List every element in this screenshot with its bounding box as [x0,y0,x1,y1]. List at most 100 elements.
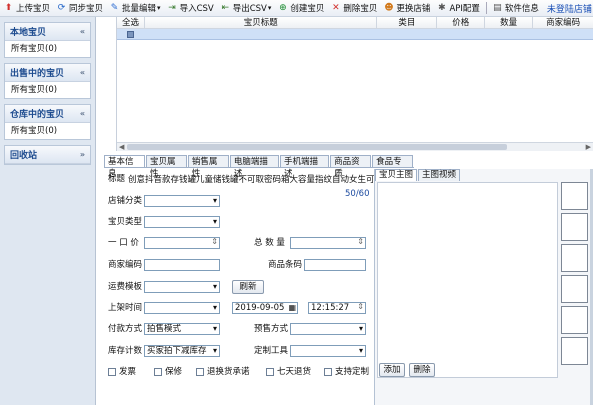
sidebar-group-header[interactable]: 本地宝贝 « [5,23,90,41]
tab-basic-info[interactable]: 基本信息 [104,155,145,179]
custom-tool-select[interactable] [290,345,366,357]
column-header-category[interactable]: 类目 [377,17,438,28]
image-thumbnail-slot[interactable] [561,275,588,303]
listing-date-picker[interactable]: 2019-09-05 ▦ [232,302,298,314]
title-char-count: 50/60 [345,189,370,199]
main-image-area[interactable] [377,182,558,378]
tab-item-attributes[interactable]: 宝贝属性 [145,155,187,179]
software-info-label: 软件信息 [504,4,539,14]
grid-header: 全选 宝贝标题 类目 价格 数量 商家编码 [117,17,593,29]
image-thumbnail-slot[interactable] [561,306,588,334]
wrench-icon: ✱ [438,2,446,13]
tab-mobile-description[interactable]: 手机端描述 [279,155,330,179]
listing-date-value: 2019-09-05 [235,303,285,313]
switch-shop-button[interactable]: ☻ 更换店铺 [383,2,430,15]
sidebar-item-all-local[interactable]: 所有宝贝(0) [5,41,90,57]
total-quantity-input[interactable] [290,237,366,249]
image-thumbnail-slot[interactable] [561,244,588,272]
info-icon: ▤ [493,2,502,13]
tab-food[interactable]: 食品专项 [372,155,414,179]
login-status[interactable]: 未登陆店铺 [547,2,592,15]
listing-time-value: 12:15:27 [311,303,350,313]
delete-image-button[interactable]: 删除 [409,363,435,377]
image-thumbnail-slot[interactable] [561,182,588,210]
return-promise-checkbox[interactable] [196,368,204,376]
collapse-icon[interactable]: « [80,27,85,36]
presale-method-select[interactable] [290,323,366,335]
image-thumbnail-slot[interactable] [561,337,588,365]
price-input[interactable] [144,237,220,249]
title-input[interactable]: 创意抖音款存钱罐儿童储钱罐不可取密码箱大容量指纹自动女生可爱 [128,173,383,185]
create-item-button[interactable]: ⊕ 创建宝贝 [277,2,324,15]
invoice-checkbox[interactable] [108,368,116,376]
scroll-right-icon[interactable]: ▶ [586,143,591,152]
scroll-left-icon[interactable]: ◀ [119,143,124,152]
calendar-icon[interactable]: ▦ [288,303,296,313]
merchant-code-input[interactable] [144,259,220,271]
sync-item-label: 同步宝贝 [69,4,104,14]
sidebar-group-header[interactable]: 仓库中的宝贝 « [5,105,90,123]
payment-method-select[interactable]: 拍售模式 [144,323,220,335]
row-checkbox[interactable] [127,31,134,38]
upload-item-button[interactable]: ⬆ 上传宝贝 [3,2,50,15]
import-icon: ⇥ [168,2,176,13]
batch-edit-button[interactable]: ✎ 批量编辑 ▾ [109,2,161,15]
customization-checkbox[interactable] [324,368,332,376]
image-thumbnail-slot[interactable] [561,213,588,241]
listing-time-input[interactable]: 12:15:27 [308,302,366,314]
stock-count-value: 买家拍下减库存 [147,346,207,356]
column-header-price[interactable]: 价格 [437,17,486,28]
barcode-input[interactable] [304,259,366,271]
refresh-button[interactable]: 刷新 [232,280,264,294]
column-header-select-all[interactable]: 全选 [117,17,145,28]
sidebar-group-warehouse: 仓库中的宝贝 « 所有宝贝(0) [4,104,91,140]
chevron-down-icon: ▾ [157,4,161,12]
sidebar-group-title: 仓库中的宝贝 [10,110,65,120]
collapse-icon[interactable]: « [80,68,85,77]
sidebar: 本地宝贝 « 所有宝贝(0) 出售中的宝贝 « 所有宝贝(0) 仓库中的宝贝 «… [0,17,96,405]
tab-sales-attributes[interactable]: 销售属性 [187,155,229,179]
column-header-merchant-code[interactable]: 商家编码 [533,17,593,28]
warranty-checkbox[interactable] [154,368,162,376]
import-csv-button[interactable]: ⇥ 导入CSV [167,2,213,15]
image-panel: 宝贝主图 主图视频 添加 删除 [374,169,593,405]
tab-main-video[interactable]: 主图视频 [418,169,461,181]
basic-info-form: 标题 创意抖音款存钱罐儿童储钱罐不可取密码箱大容量指纹自动女生可爱 50/60 … [104,169,383,405]
detail-tabs: 基本信息 宝贝属性 销售属性 电脑端描述 手机端描述 商品资质 食品专项 [104,155,414,179]
image-tabs: 宝贝主图 主图视频 [375,169,593,181]
shipping-template-select[interactable] [144,281,220,293]
sidebar-group-recycle: 回收站 » [4,145,91,165]
shop-category-select[interactable] [144,195,220,207]
tab-qualification[interactable]: 商品资质 [330,155,372,179]
stock-count-select[interactable]: 买家拍下减库存 [144,345,220,357]
barcode-label: 商品条码 [268,260,303,270]
tab-pc-description[interactable]: 电脑端描述 [229,155,279,179]
customization-label: 支持定制 [335,367,370,377]
sidebar-item-all-warehouse[interactable]: 所有宝贝(0) [5,123,90,139]
api-config-button[interactable]: ✱ API配置 [436,2,480,15]
tab-main-image[interactable]: 宝贝主图 [375,169,418,181]
scrollbar-thumb[interactable] [127,144,507,150]
collapse-icon[interactable]: « [80,109,85,118]
export-csv-button[interactable]: ⇤ 导出CSV ▾ [220,2,271,15]
column-header-title[interactable]: 宝贝标题 [145,17,378,28]
sidebar-group-header[interactable]: 出售中的宝贝 « [5,64,90,82]
software-info-button[interactable]: ▤ 软件信息 [492,2,539,15]
seven-day-return-checkbox[interactable] [266,368,274,376]
item-type-select[interactable] [144,216,220,228]
item-grid: 全选 宝贝标题 类目 价格 数量 商家编码 ◀ ▶ [116,17,593,151]
horizontal-scrollbar[interactable]: ◀ ▶ [117,142,593,151]
sync-item-button[interactable]: ⟳ 同步宝贝 [56,2,104,15]
table-row[interactable] [117,29,593,40]
column-header-quantity[interactable]: 数量 [485,17,534,28]
delete-item-button[interactable]: ✕ 删除宝贝 [330,2,377,15]
merchant-code-label: 商家编码 [108,260,143,270]
sidebar-group-local: 本地宝贝 « 所有宝贝(0) [4,22,91,58]
listing-time-select[interactable] [144,302,220,314]
listing-time-label: 上架时间 [108,303,143,313]
sidebar-group-header[interactable]: 回收站 » [5,146,90,164]
expand-icon[interactable]: » [80,150,85,159]
price-label: 一 口 价 [108,238,139,248]
add-image-button[interactable]: 添加 [379,363,405,377]
sidebar-item-all-onsale[interactable]: 所有宝贝(0) [5,82,90,98]
